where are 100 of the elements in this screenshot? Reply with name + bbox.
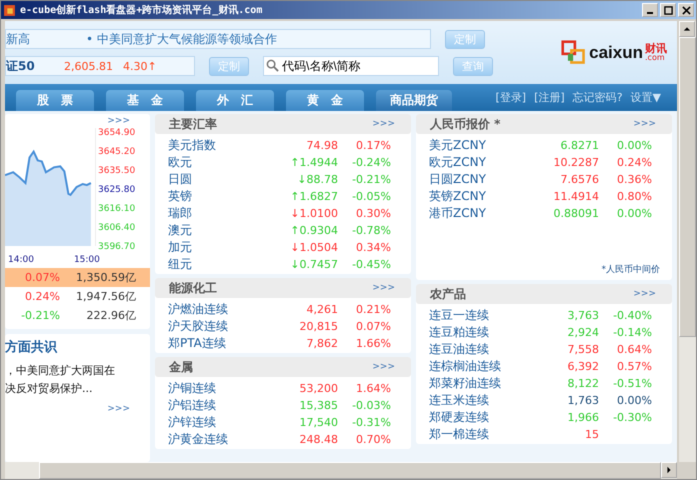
price-text: 7,558 [566, 343, 599, 356]
change-text: 0.30% [355, 207, 391, 220]
more-link[interactable]: >>> [633, 119, 656, 129]
scroll-right-icon[interactable] [661, 462, 677, 478]
change-text: -0.21% [21, 309, 60, 322]
change-text: 0.07% [355, 320, 391, 333]
price-text: 6.8271 [560, 139, 599, 152]
more-link[interactable]: >>> [107, 116, 130, 126]
instrument-link[interactable]: 沪黄金连续 [168, 431, 278, 448]
ticker-text: 新高 [6, 30, 30, 48]
instrument-link[interactable]: 连玉米连续 [429, 392, 539, 409]
account-link[interactable]: [登录] [496, 90, 526, 105]
instrument-link[interactable]: 郑硬麦连续 [429, 409, 539, 426]
close-button[interactable] [678, 3, 694, 17]
instrument-link[interactable]: 瑞郎 [168, 205, 278, 222]
index-value: 2,605.81 [64, 60, 113, 72]
price-text: ↑1.6827 [289, 190, 338, 203]
index-row[interactable]: 0.24% 1,947.56亿 [5, 287, 150, 306]
index-row[interactable]: 0.07% 1,350.59亿 [5, 268, 150, 287]
change-text: 0.00% [616, 394, 652, 407]
instrument-link[interactable]: 沪铜连续 [168, 380, 278, 397]
price-text: 20,815 [298, 320, 338, 333]
price-text: 15,385 [298, 399, 338, 412]
change-text: 0.07% [25, 271, 60, 284]
more-link[interactable]: >>> [633, 289, 656, 299]
axis-label: 3596.70 [98, 242, 136, 253]
axis-label: 3606.40 [98, 223, 136, 234]
change-text: 1.64% [355, 382, 391, 395]
instrument-link[interactable]: 连棕榈油连续 [429, 358, 539, 375]
axis-label: 3635.50 [98, 166, 136, 177]
index-row[interactable]: -0.21% 222.96亿 [5, 306, 150, 325]
instrument-link[interactable]: 英镑 [168, 188, 278, 205]
instrument-link[interactable]: 欧元 [168, 154, 278, 171]
change-text: 0.21% [355, 303, 391, 316]
maximize-button[interactable] [660, 3, 676, 17]
change-text: -0.51% [612, 377, 652, 390]
instrument-link[interactable]: 沪铝连续 [168, 397, 278, 414]
instrument-link[interactable]: 欧元ZCNY [429, 154, 539, 171]
app-icon [3, 4, 16, 16]
axis-label: 14:00 [8, 255, 34, 265]
instrument-link[interactable]: 港币ZCNY [429, 205, 539, 222]
vertical-scrollbar[interactable] [679, 21, 696, 462]
scroll-up-icon[interactable] [679, 21, 695, 37]
change-text: -0.14% [612, 326, 652, 339]
axis-label: 3645.20 [98, 147, 136, 158]
close-icon [682, 6, 690, 14]
instrument-link[interactable]: 纽元 [168, 256, 278, 273]
instrument-link[interactable]: 澳元 [168, 222, 278, 239]
scroll-thumb[interactable] [679, 37, 696, 337]
more-link[interactable]: >>> [372, 362, 395, 372]
instrument-link[interactable]: 郑PTA连续 [168, 335, 278, 352]
nav-tab[interactable]: 商品期货 [376, 90, 452, 111]
search-icon [266, 59, 279, 72]
logo-chinese-text: 财讯 [645, 43, 667, 54]
price-text: 74.98 [306, 139, 338, 152]
instrument-link[interactable]: 美元指数 [168, 137, 278, 154]
panel-title: 主要汇率 [169, 116, 217, 132]
price-text: 53,200 [298, 382, 338, 395]
price-text: 11.4914 [552, 190, 599, 203]
headline-link[interactable]: • 中美同意扩大气候能源等领域合作 [86, 30, 277, 48]
more-link[interactable]: >>> [107, 404, 130, 414]
change-text: 0.00% [616, 139, 652, 152]
search-field[interactable]: 代码\名称\简称 [263, 56, 439, 76]
price-text: 15 [584, 428, 599, 441]
axis-label: 3625.80 [98, 185, 136, 196]
instrument-link[interactable]: 沪天胶连续 [168, 318, 278, 335]
amount-text: 222.96亿 [86, 308, 136, 323]
instrument-link[interactable]: 英镑ZCNY [429, 188, 539, 205]
change-text: -0.05% [351, 190, 391, 203]
instrument-link[interactable]: 郑菜籽油连续 [429, 375, 539, 392]
instrument-link[interactable]: 美元ZCNY [429, 137, 539, 154]
price-text: 1,966 [566, 411, 599, 424]
more-link[interactable]: >>> [372, 119, 395, 129]
account-link[interactable]: [注册] [534, 90, 565, 105]
instrument-link[interactable]: 连豆粕连续 [429, 324, 539, 341]
minimize-button[interactable] [642, 3, 658, 17]
window-title: e-cube创新flash看盘器+跨市场资讯平台_财讯.com [20, 3, 262, 17]
logo-domain-text: .com [645, 54, 665, 62]
instrument-link[interactable]: 连豆一连续 [429, 307, 539, 324]
instrument-link[interactable]: 连豆油连续 [429, 341, 539, 358]
instrument-link[interactable]: 沪锌连续 [168, 414, 278, 431]
minimize-icon [647, 12, 653, 14]
instrument-link[interactable]: 郑一棉连续 [429, 426, 539, 443]
panel-title: 金属 [169, 358, 193, 376]
price-text: ↓1.0504 [289, 241, 338, 254]
more-link[interactable]: >>> [372, 283, 395, 293]
price-text: 4,261 [306, 303, 338, 316]
price-text: ↑0.9304 [289, 224, 338, 237]
instrument-link[interactable]: 加元 [168, 239, 278, 256]
price-text: 1,763 [566, 394, 599, 407]
change-text: -0.03% [351, 399, 391, 412]
change-text: 0.34% [355, 241, 391, 254]
price-text: ↓1.0100 [289, 207, 338, 220]
instrument-link[interactable]: 日圆 [168, 171, 278, 188]
change-text: 0.24% [616, 156, 652, 169]
instrument-link[interactable]: 日圆ZCNY [429, 171, 539, 188]
news-title[interactable]: 方面共识 [5, 338, 150, 356]
footnote-text: *人民币中间价 [602, 264, 660, 276]
index-change: 4.30↑ [122, 60, 157, 72]
instrument-link[interactable]: 沪燃油连续 [168, 301, 278, 318]
